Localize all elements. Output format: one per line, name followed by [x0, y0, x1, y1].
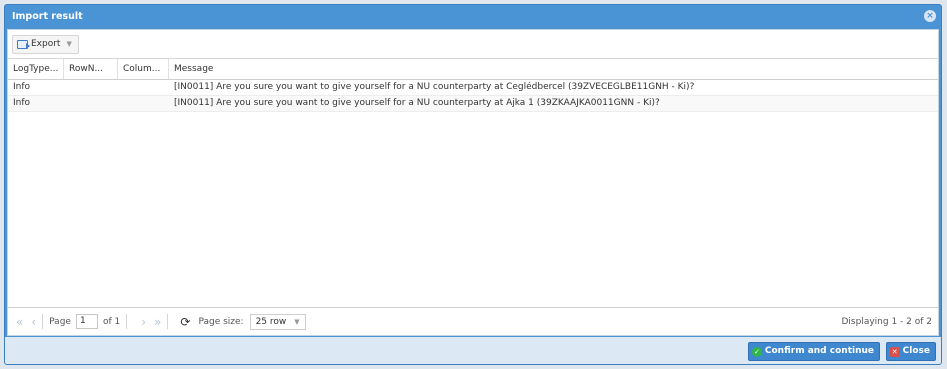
- page-size-value: 25 row: [255, 316, 287, 327]
- check-circle-icon: ✓: [751, 346, 762, 357]
- page-number-input[interactable]: 1: [75, 314, 98, 329]
- page-label: Page: [49, 316, 71, 327]
- chevron-down-icon: ▼: [294, 317, 300, 326]
- cell-message: [IN0011] Are you sure you want to give y…: [174, 82, 695, 92]
- cell-column: [118, 80, 169, 95]
- toolbar: Export ▼: [8, 30, 938, 59]
- column-header-column[interactable]: Colum...: [118, 59, 169, 79]
- first-page-icon[interactable]: «: [16, 315, 23, 329]
- export-icon: [17, 40, 30, 49]
- cell-logtype: Info: [13, 82, 31, 92]
- pagination-bar: « ‹ Page 1 of 1 › » ⟳ Page size: 25 row …: [8, 307, 938, 335]
- window-body: Export ▼ LogType... RowN... Colum... Mes…: [7, 29, 939, 336]
- separator: [167, 314, 169, 329]
- table-row[interactable]: Info [IN0011] Are you sure you want to g…: [8, 96, 938, 112]
- prev-page-icon[interactable]: ‹: [31, 315, 36, 329]
- grid-header: LogType... RowN... Colum... Message: [8, 59, 938, 80]
- window-titlebar[interactable]: Import result ×: [5, 5, 941, 28]
- last-page-icon[interactable]: »: [154, 315, 161, 329]
- close-button[interactable]: ✕ Close: [885, 342, 936, 361]
- next-page-icon[interactable]: ›: [141, 315, 146, 329]
- page-count-label: of 1: [102, 316, 121, 327]
- import-result-window: Import result × Export ▼ LogType... RowN…: [4, 4, 942, 365]
- export-label: Export: [31, 39, 61, 49]
- separator: [42, 314, 44, 329]
- confirm-label: Confirm and continue: [764, 346, 874, 356]
- refresh-icon[interactable]: ⟳: [180, 315, 190, 329]
- cell-rownum: [64, 80, 118, 95]
- column-header-logtype[interactable]: LogType...: [8, 59, 64, 79]
- displaying-count: Displaying 1 - 2 of 2: [841, 316, 933, 327]
- window-title: Import result: [12, 11, 83, 22]
- column-header-rownum[interactable]: RowN...: [64, 59, 118, 79]
- close-window-icon[interactable]: ×: [924, 10, 936, 22]
- separator: [126, 314, 128, 329]
- cell-column: [118, 96, 169, 111]
- column-header-message[interactable]: Message: [169, 59, 938, 79]
- page-size-label: Page size:: [198, 316, 244, 327]
- cell-message: [IN0011] Are you sure you want to give y…: [174, 98, 660, 108]
- export-button[interactable]: Export ▼: [12, 35, 79, 54]
- window-footer: ✓ Confirm and continue ✕ Close: [5, 337, 941, 364]
- cell-rownum: [64, 96, 118, 111]
- cell-logtype: Info: [13, 98, 31, 108]
- close-icon: ✕: [889, 346, 900, 357]
- chevron-down-icon: ▼: [66, 40, 72, 48]
- page-size-select[interactable]: 25 row ▼: [249, 313, 306, 330]
- confirm-and-continue-button[interactable]: ✓ Confirm and continue: [747, 342, 880, 361]
- close-label: Close: [902, 346, 930, 356]
- grid-body: Info [IN0011] Are you sure you want to g…: [8, 80, 938, 112]
- table-row[interactable]: Info [IN0011] Are you sure you want to g…: [8, 80, 938, 96]
